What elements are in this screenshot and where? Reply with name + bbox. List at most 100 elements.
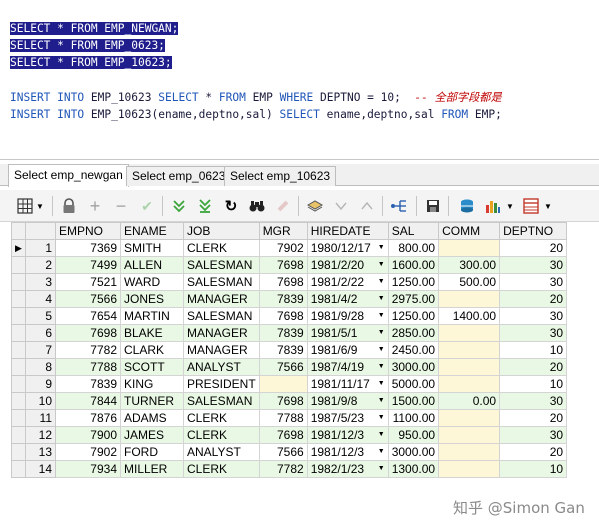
add-record-icon[interactable]: +	[84, 195, 106, 217]
table-row[interactable]: 10 7844 TURNER SALESMAN 7698 1981/9/8 ▼ 1500.00…	[11, 392, 568, 410]
tab-select-emp-newgan[interactable]: Select emp_newgan	[8, 164, 129, 187]
tab-select-emp-0623[interactable]: Select emp_0623	[126, 166, 232, 186]
cell-hiredate[interactable]: 1980/12/17 ▼	[306, 239, 389, 257]
cell-comm[interactable]: 1400.00	[438, 307, 501, 325]
cell-comm[interactable]: 300.00	[438, 256, 501, 274]
cell-hiredate[interactable]: 1987/4/19 ▼	[306, 358, 389, 376]
table-row[interactable]: 8 7788 SCOTT ANALYST 7566 1987/4/19 ▼ 3000.00 20	[11, 358, 568, 376]
cell-job[interactable]: MANAGER	[183, 341, 260, 359]
row-indicator[interactable]	[11, 409, 26, 427]
row-indicator[interactable]	[11, 307, 26, 325]
query-by-example-icon[interactable]	[304, 195, 326, 217]
cell-job[interactable]: MANAGER	[183, 324, 260, 342]
cell-empno[interactable]: 7782	[55, 341, 121, 359]
row-indicator[interactable]	[11, 273, 26, 291]
cell-job[interactable]: CLERK	[183, 239, 260, 257]
column-header[interactable]: DEPTNO	[499, 222, 568, 240]
cell-comm[interactable]	[438, 426, 501, 444]
cell-ename[interactable]: KING	[120, 375, 184, 393]
row-number[interactable]: 7	[25, 341, 56, 359]
code-line[interactable]: INSERT INTO EMP_10623(ename,deptno,sal) …	[10, 106, 502, 123]
column-header[interactable]: EMPNO	[55, 222, 121, 240]
cell-job[interactable]: SALESMAN	[183, 256, 260, 274]
date-dropdown-icon[interactable]: ▼	[378, 363, 385, 370]
cell-ename[interactable]: JONES	[120, 290, 184, 308]
cell-mgr[interactable]: 7839	[258, 324, 308, 342]
cell-comm[interactable]	[438, 358, 501, 376]
cell-deptno[interactable]: 30	[499, 273, 568, 291]
row-indicator[interactable]	[11, 290, 26, 308]
table-row[interactable]: 12 7900 JAMES CLERK 7698 1981/12/3 ▼ 950.00 30	[11, 426, 568, 444]
cell-deptno[interactable]: 30	[499, 307, 568, 325]
cell-hiredate[interactable]: 1981/2/20 ▼	[306, 256, 389, 274]
cell-deptno[interactable]: 30	[499, 426, 568, 444]
cell-mgr[interactable]: 7698	[258, 392, 308, 410]
post-changes-icon[interactable]: ✔	[136, 195, 158, 217]
cell-mgr[interactable]	[258, 375, 308, 393]
cell-ename[interactable]: SMITH	[120, 239, 184, 257]
cell-ename[interactable]: CLARK	[120, 341, 184, 359]
cell-job[interactable]: PRESIDENT	[183, 375, 260, 393]
date-dropdown-icon[interactable]: ▼	[378, 448, 385, 455]
cell-deptno[interactable]: 20	[499, 239, 568, 257]
cell-job[interactable]: SALESMAN	[183, 307, 260, 325]
selected-sql[interactable]: SELECT * FROM EMP_NEWGAN;	[10, 22, 179, 35]
row-indicator[interactable]	[11, 460, 26, 478]
cell-hiredate[interactable]: 1981/2/22 ▼	[306, 273, 389, 291]
cell-ename[interactable]: ALLEN	[120, 256, 184, 274]
code-line[interactable]: INSERT INTO EMP_10623 SELECT * FROM EMP …	[10, 89, 502, 106]
date-dropdown-icon[interactable]: ▼	[378, 346, 385, 353]
date-dropdown-icon[interactable]: ▼	[378, 414, 385, 421]
cell-comm[interactable]	[438, 239, 501, 257]
row-number[interactable]: 4	[25, 290, 56, 308]
row-number[interactable]: 10	[25, 392, 56, 410]
row-number[interactable]: 3	[25, 273, 56, 291]
cell-deptno[interactable]: 30	[499, 324, 568, 342]
single-record-icon[interactable]	[520, 195, 542, 217]
cell-sal[interactable]: 1300.00	[387, 460, 440, 478]
date-dropdown-icon[interactable]: ▼	[378, 244, 385, 251]
chart-icon[interactable]	[482, 195, 504, 217]
cell-ename[interactable]: WARD	[120, 273, 184, 291]
cell-mgr[interactable]: 7839	[258, 341, 308, 359]
cell-mgr[interactable]: 7698	[258, 273, 308, 291]
cell-ename[interactable]: FORD	[120, 443, 184, 461]
cell-comm[interactable]: 0.00	[438, 392, 501, 410]
cell-empno[interactable]: 7369	[55, 239, 121, 257]
cell-hiredate[interactable]: 1981/4/2 ▼	[306, 290, 389, 308]
cell-comm[interactable]	[438, 409, 501, 427]
date-dropdown-icon[interactable]: ▼	[378, 312, 385, 319]
cell-empno[interactable]: 7566	[55, 290, 121, 308]
column-header[interactable]: COMM	[438, 222, 501, 240]
row-number[interactable]: 5	[25, 307, 56, 325]
cell-hiredate[interactable]: 1981/12/3 ▼	[306, 443, 389, 461]
code-line[interactable]: SELECT * FROM EMP_NEWGAN;	[10, 20, 179, 37]
date-dropdown-icon[interactable]: ▼	[378, 295, 385, 302]
row-indicator[interactable]	[11, 392, 26, 410]
row-number[interactable]: 6	[25, 324, 56, 342]
row-number[interactable]: 11	[25, 409, 56, 427]
find-icon[interactable]	[246, 195, 268, 217]
cell-job[interactable]: SALESMAN	[183, 392, 260, 410]
refresh-icon[interactable]: ↻	[220, 195, 242, 217]
cell-ename[interactable]: TURNER	[120, 392, 184, 410]
code-line[interactable]: SELECT * FROM EMP_10623;	[10, 54, 172, 71]
date-dropdown-icon[interactable]: ▼	[378, 431, 385, 438]
column-header[interactable]: MGR	[258, 222, 308, 240]
cell-hiredate[interactable]: 1981/5/1 ▼	[306, 324, 389, 342]
chevron-down-icon[interactable]: ▼	[34, 195, 46, 217]
table-row[interactable]: 13 7902 FORD ANALYST 7566 1981/12/3 ▼ 3000.00 20	[11, 443, 568, 461]
cell-sal[interactable]: 1100.00	[387, 409, 440, 427]
row-indicator[interactable]	[11, 375, 26, 393]
row-number[interactable]: 2	[25, 256, 56, 274]
date-dropdown-icon[interactable]: ▼	[378, 329, 385, 336]
table-row[interactable]: 6 7698 BLAKE MANAGER 7839 1981/5/1 ▼ 2850.00 30	[11, 324, 568, 342]
cell-mgr[interactable]: 7788	[258, 409, 308, 427]
code-line[interactable]: SELECT * FROM EMP_0623;	[10, 37, 165, 54]
delete-record-icon[interactable]: −	[110, 195, 132, 217]
cell-empno[interactable]: 7839	[55, 375, 121, 393]
cell-mgr[interactable]: 7566	[258, 358, 308, 376]
cell-mgr[interactable]: 7902	[258, 239, 308, 257]
cell-comm[interactable]	[438, 341, 501, 359]
cell-deptno[interactable]: 30	[499, 392, 568, 410]
